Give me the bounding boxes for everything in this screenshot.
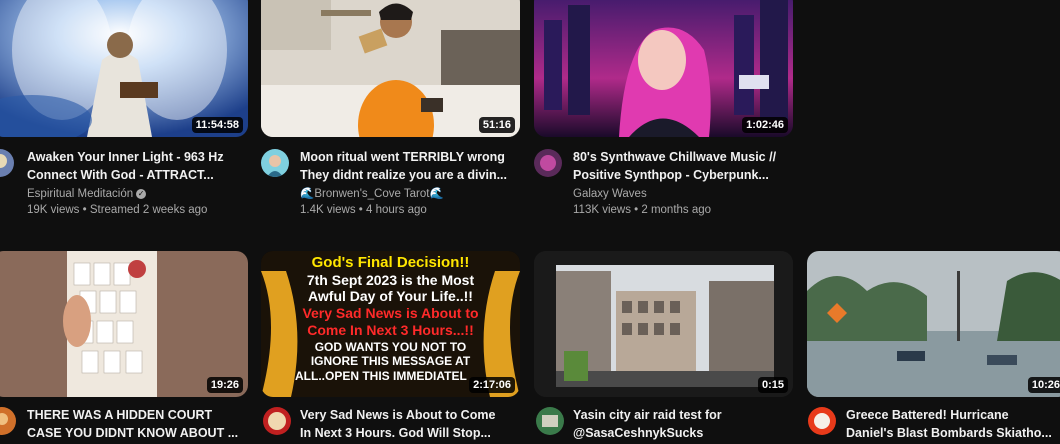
video-card[interactable]: 0:15 bbox=[534, 251, 793, 397]
video-thumbnail[interactable]: 51:16 bbox=[261, 0, 520, 137]
video-thumbnail[interactable]: 10:26 bbox=[807, 251, 1060, 397]
video-card[interactable]: 19:26 bbox=[0, 251, 248, 397]
video-thumbnail[interactable]: 19:26 bbox=[0, 251, 248, 397]
video-stats: 113K views • 2 months ago bbox=[573, 204, 712, 216]
video-title[interactable]: Very Sad News is About to Come In Next 3… bbox=[300, 406, 528, 442]
video-card[interactable]: 51:16 bbox=[261, 0, 520, 137]
video-card[interactable]: 10:26 bbox=[807, 251, 1060, 397]
video-thumbnail[interactable]: 11:54:58 bbox=[0, 0, 248, 137]
video-thumbnail[interactable]: 1:02:46 bbox=[534, 0, 793, 137]
video-title[interactable]: Awaken Your Inner Light - 963 Hz Connect… bbox=[27, 148, 255, 184]
video-duration: 0:15 bbox=[757, 377, 788, 393]
channel-name[interactable]: Espiritual Meditación ✓ bbox=[27, 186, 147, 203]
video-thumbnail[interactable]: God's Final Decision!! 7th Sept 2023 is … bbox=[261, 251, 520, 397]
flooded-street-image bbox=[807, 251, 1060, 397]
thumbnail-text: God's Final Decision!! 7th Sept 2023 is … bbox=[295, 254, 479, 383]
video-title[interactable]: Moon ritual went TERRIBLY wrong They did… bbox=[300, 148, 528, 184]
city-street-image bbox=[534, 251, 793, 397]
video-stats: 19K views • Streamed 2 weeks ago bbox=[27, 204, 208, 216]
video-thumbnail[interactable]: 0:15 bbox=[534, 251, 793, 397]
channel-name[interactable]: 🌊Bronwen's_Cove Tarot🌊 bbox=[300, 186, 444, 203]
video-duration: 11:54:58 bbox=[191, 117, 243, 133]
channel-avatar[interactable] bbox=[536, 407, 564, 435]
video-duration: 10:26 bbox=[1027, 377, 1060, 393]
video-duration: 1:02:46 bbox=[742, 117, 788, 133]
channel-avatar[interactable] bbox=[263, 407, 291, 435]
channel-avatar[interactable] bbox=[534, 149, 562, 177]
video-title[interactable]: Yasin city air raid test for @SasaCeshny… bbox=[573, 406, 801, 442]
channel-name[interactable]: Galaxy Waves bbox=[573, 186, 647, 203]
verified-check-icon: ✓ bbox=[136, 188, 147, 199]
video-title[interactable]: 80's Synthwave Chillwave Music // Positi… bbox=[573, 148, 801, 184]
video-card[interactable]: 11:54:58 bbox=[0, 0, 248, 137]
video-duration: 19:26 bbox=[206, 377, 243, 393]
video-duration: 51:16 bbox=[478, 117, 515, 133]
channel-avatar[interactable] bbox=[0, 149, 14, 177]
video-title[interactable]: Greece Battered! Hurricane Daniel's Blas… bbox=[846, 406, 1060, 442]
channel-avatar[interactable] bbox=[808, 407, 836, 435]
video-card[interactable]: 1:02:46 bbox=[534, 0, 793, 137]
channel-avatar[interactable] bbox=[0, 407, 16, 435]
channel-avatar[interactable] bbox=[261, 149, 289, 177]
video-stats: 1.4K views • 4 hours ago bbox=[300, 204, 427, 216]
video-duration: 2:17:06 bbox=[469, 377, 515, 393]
video-title[interactable]: THERE WAS A HIDDEN COURT CASE YOU DIDNT … bbox=[27, 406, 255, 442]
video-card[interactable]: God's Final Decision!! 7th Sept 2023 is … bbox=[261, 251, 520, 397]
tarot-cards-image bbox=[0, 251, 248, 397]
